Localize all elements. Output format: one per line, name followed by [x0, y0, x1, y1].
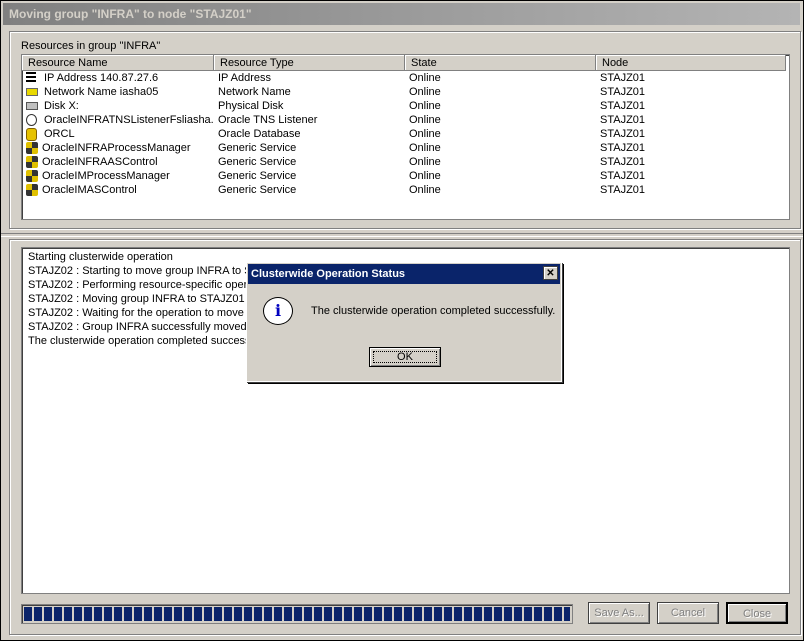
resource-node: STAJZ01: [600, 184, 646, 196]
splitter[interactable]: [1, 233, 803, 237]
resource-node: STAJZ01: [600, 142, 646, 154]
resource-state: Online: [409, 86, 441, 98]
resource-state: Online: [409, 142, 441, 154]
listener-icon: [26, 114, 37, 126]
resource-state: Online: [409, 128, 441, 140]
resource-name: OracleINFRATNSListenerFsliasha...: [44, 114, 214, 126]
table-row[interactable]: OracleINFRAASControl Generic Service Onlin…: [22, 155, 789, 169]
resource-node: STAJZ01: [600, 100, 646, 112]
column-header-node[interactable]: Node: [596, 55, 786, 71]
cancel-button[interactable]: Cancel: [657, 602, 719, 624]
resource-state: Online: [409, 114, 441, 126]
column-header-state[interactable]: State: [405, 55, 596, 71]
resource-node: STAJZ01: [600, 114, 646, 126]
status-dialog: Clusterwide Operation Status ✕ i The clu…: [246, 262, 562, 382]
resource-name-cell: ORCL: [22, 127, 214, 141]
service-icon: [26, 170, 38, 182]
resource-name-cell: OracleINFRAProcessManager: [22, 141, 214, 155]
resource-name-cell: IP Address 140.87.27.6: [22, 71, 214, 85]
table-row[interactable]: Network Name iasha05 Network Name Online ST…: [22, 85, 789, 99]
resource-name: IP Address 140.87.27.6: [44, 72, 159, 84]
table-row[interactable]: ORCL Oracle Database Online STAJZ01: [22, 127, 789, 141]
table-row[interactable]: Disk X: Physical Disk Online STAJZ01: [22, 99, 789, 113]
resource-name-cell: OracleIMProcessManager: [22, 169, 214, 183]
close-button[interactable]: Close: [726, 602, 788, 624]
resources-list[interactable]: Resource Name Resource Type State Node I…: [21, 54, 790, 220]
dialog-close-icon[interactable]: ✕: [543, 266, 558, 280]
table-row[interactable]: OracleINFRAProcessManager Generic Service…: [22, 141, 789, 155]
column-header-resource-name[interactable]: Resource Name: [22, 55, 214, 71]
service-icon: [26, 156, 38, 168]
disk-icon: [26, 102, 38, 110]
progress-bar: [21, 604, 573, 624]
resource-type: Generic Service: [218, 142, 297, 154]
service-icon: [26, 142, 38, 154]
resource-type: Physical Disk: [218, 100, 284, 112]
resource-type: Oracle TNS Listener: [218, 114, 318, 126]
info-icon: i: [263, 297, 293, 325]
resource-name-cell: OracleINFRATNSListenerFsliasha...: [22, 113, 214, 127]
resource-name-cell: Disk X:: [22, 99, 214, 113]
save-as-button[interactable]: Save As...: [588, 602, 650, 624]
resource-type: Generic Service: [218, 184, 297, 196]
resource-name: Network Name iasha05: [44, 86, 159, 98]
resource-state: Online: [409, 184, 441, 196]
resource-node: STAJZ01: [600, 156, 646, 168]
resource-name: OracleINFRAProcessManager: [42, 142, 191, 154]
resource-node: STAJZ01: [600, 86, 646, 98]
resource-state: Online: [409, 72, 441, 84]
resource-type: Generic Service: [218, 156, 297, 168]
name-tag-icon: [26, 88, 38, 96]
resource-state: Online: [409, 100, 441, 112]
dialog-title-bar[interactable]: Clusterwide Operation Status ✕: [248, 264, 560, 284]
resources-group-label: Resources in group "INFRA": [21, 40, 161, 52]
network-icon: [26, 72, 36, 84]
resources-list-body: IP Address 140.87.27.6 IP Address Online ST…: [22, 71, 789, 197]
window-title: Moving group "INFRA" to node "STAJZ01": [3, 3, 800, 25]
resource-name: OracleIMASControl: [42, 184, 137, 196]
column-header-resource-type[interactable]: Resource Type: [214, 55, 405, 71]
resource-name: Disk X:: [44, 100, 79, 112]
ok-button[interactable]: OK: [369, 347, 441, 367]
resource-name: OracleIMProcessManager: [42, 170, 170, 182]
resource-name-cell: Network Name iasha05: [22, 85, 214, 99]
resource-node: STAJZ01: [600, 128, 646, 140]
dialog-message: The clusterwide operation completed succ…: [311, 305, 556, 317]
service-icon: [26, 184, 38, 196]
table-row[interactable]: OracleINFRATNSListenerFsliasha... Oracle …: [22, 113, 789, 127]
database-icon: [26, 127, 37, 141]
ok-button-focus-ring: [373, 351, 437, 363]
resource-node: STAJZ01: [600, 170, 646, 182]
table-row[interactable]: OracleIMProcessManager Generic Service Onl…: [22, 169, 789, 183]
resource-state: Online: [409, 156, 441, 168]
resource-name: OracleINFRAASControl: [42, 156, 158, 168]
resource-name-cell: OracleIMASControl: [22, 183, 214, 197]
resource-name: ORCL: [44, 128, 75, 140]
table-row[interactable]: OracleIMASControl Generic Service Online ST…: [22, 183, 789, 197]
resource-state: Online: [409, 170, 441, 182]
resource-node: STAJZ01: [600, 72, 646, 84]
resources-list-header: Resource Name Resource Type State Node: [22, 55, 789, 71]
progress-bar-fill: [24, 607, 570, 621]
resource-type: Network Name: [218, 86, 291, 98]
table-row[interactable]: IP Address 140.87.27.6 IP Address Online ST…: [22, 71, 789, 85]
resource-type: IP Address: [218, 72, 271, 84]
dialog-title: Clusterwide Operation Status: [251, 268, 406, 280]
resource-type: Oracle Database: [218, 128, 301, 140]
resource-type: Generic Service: [218, 170, 297, 182]
resource-name-cell: OracleINFRAASControl: [22, 155, 214, 169]
